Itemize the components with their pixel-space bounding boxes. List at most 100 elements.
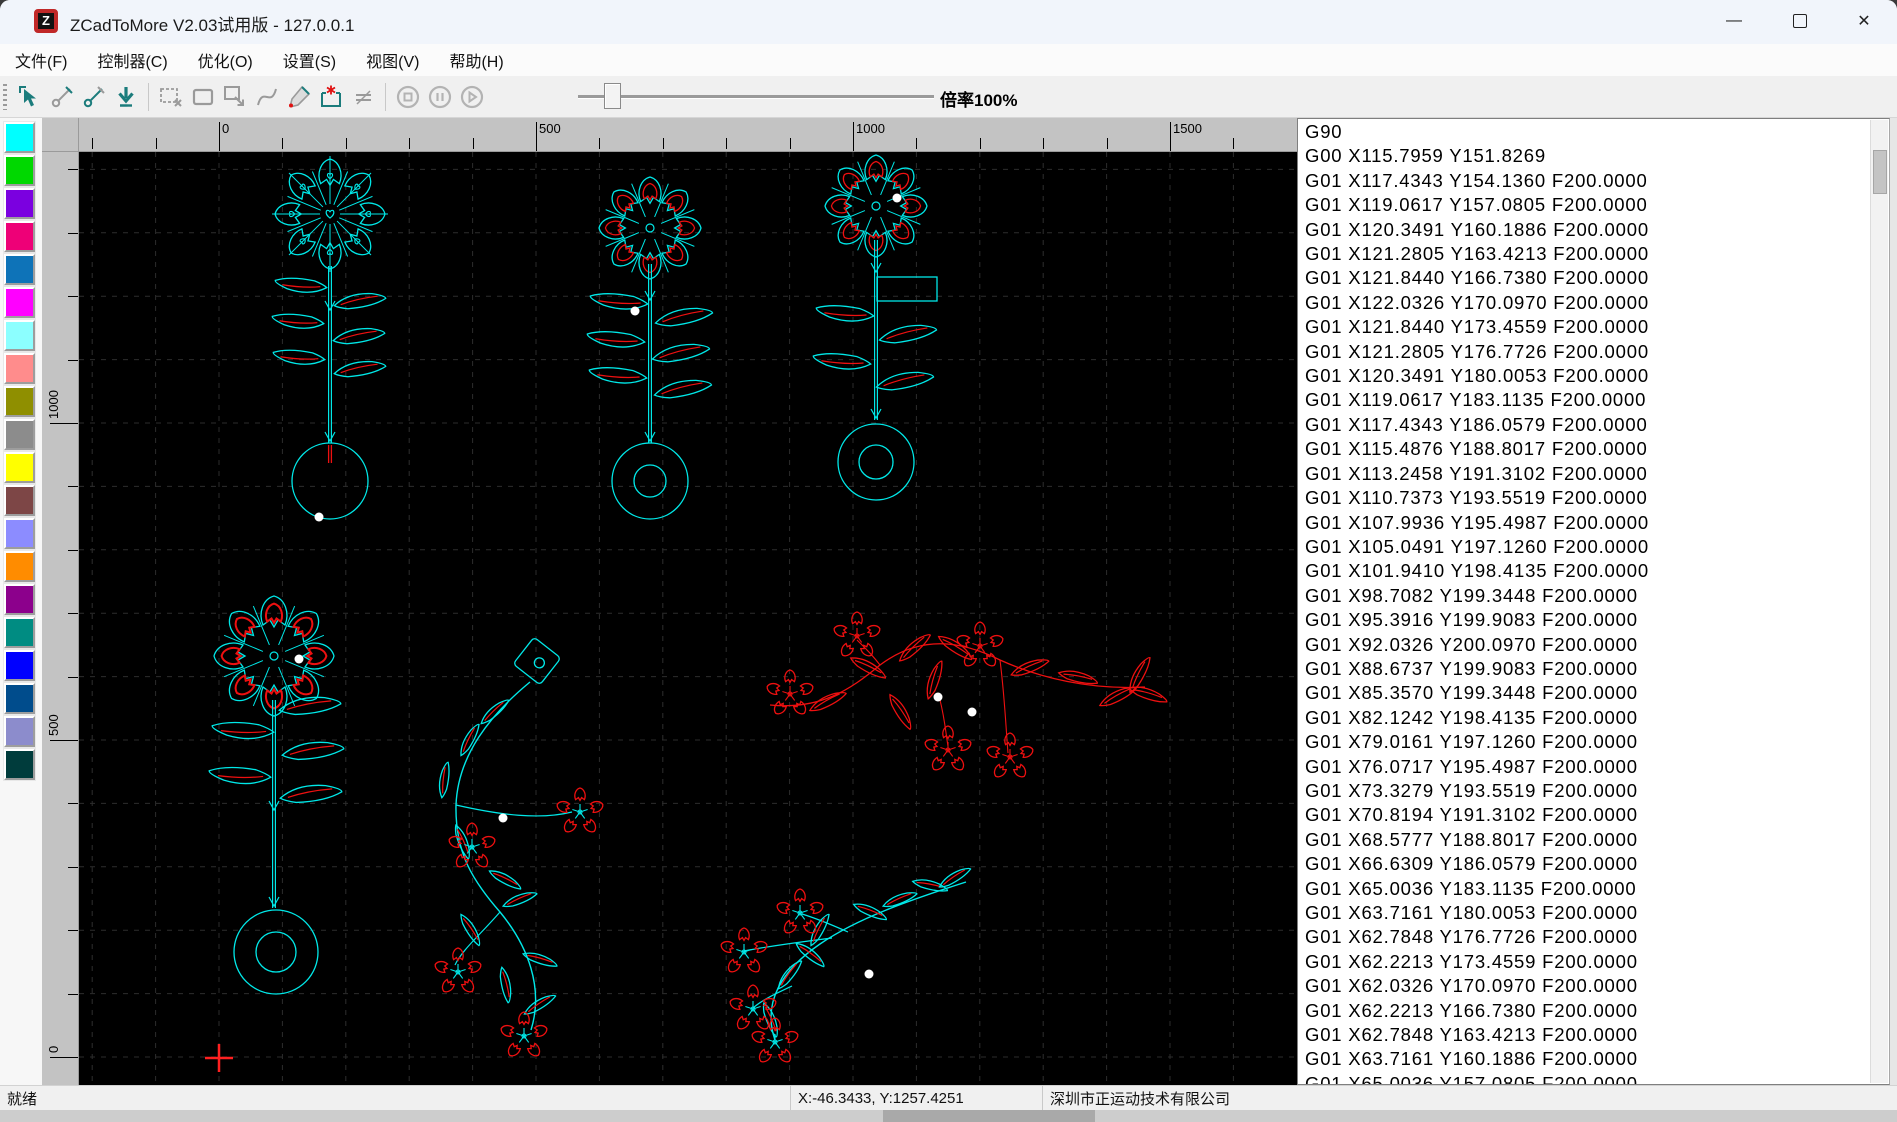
- app-window: Z ZCadToMore V2.03试用版 - 127.0.0.1 — ✕ 文件…: [0, 0, 1897, 1122]
- ruler-tick: [50, 423, 78, 424]
- ruler-tick: [156, 138, 157, 149]
- align-button[interactable]: [347, 80, 379, 114]
- probe-tool-2-button[interactable]: [78, 80, 110, 114]
- probe-pen-icon: [49, 84, 75, 110]
- paste-region-button[interactable]: [219, 80, 251, 114]
- ruler-corner: [42, 118, 79, 152]
- toolbar-separator: [385, 83, 386, 111]
- palette-swatch-5[interactable]: [4, 287, 35, 318]
- play-button[interactable]: [456, 80, 488, 114]
- cad-drawing: [79, 152, 1297, 1085]
- status-ready: 就绪: [0, 1086, 790, 1110]
- palette-swatch-9[interactable]: [4, 419, 35, 450]
- palette-swatch-2[interactable]: [4, 188, 35, 219]
- palette-swatch-15[interactable]: [4, 617, 35, 648]
- ruler-tick: [916, 138, 917, 149]
- palette-swatch-12[interactable]: [4, 518, 35, 549]
- stop-button[interactable]: [392, 80, 424, 114]
- palette-swatch-11[interactable]: [4, 485, 35, 516]
- menu-item-5[interactable]: 帮助(H): [434, 44, 518, 76]
- ruler-label: 1500: [1173, 121, 1202, 136]
- ruler-label: 1000: [46, 390, 61, 419]
- close-button[interactable]: ✕: [1841, 4, 1887, 38]
- gcode-panel[interactable]: G90 G00 X115.7959 Y151.8269 G01 X117.434…: [1297, 118, 1890, 1085]
- palette-swatch-4[interactable]: [4, 254, 35, 285]
- toolbar-separator: [148, 83, 149, 111]
- probe-pen-2-icon: [81, 84, 107, 110]
- menu-item-1[interactable]: 控制器(C): [82, 44, 182, 76]
- title-bar: Z ZCadToMore V2.03试用版 - 127.0.0.1 — ✕: [0, 0, 1897, 44]
- pause-circle-icon: [426, 83, 454, 111]
- palette-swatch-13[interactable]: [4, 551, 35, 582]
- ruler-tick: [68, 360, 78, 361]
- ruler-label: 0: [222, 121, 229, 136]
- menu-item-2[interactable]: 优化(O): [183, 44, 268, 76]
- stop-circle-icon: [394, 83, 422, 111]
- minimize-button[interactable]: —: [1711, 4, 1757, 38]
- status-coordinates: X:-46.3433, Y:1257.4251: [790, 1086, 1042, 1110]
- menu-item-4[interactable]: 视图(V): [351, 44, 434, 76]
- bottom-strip: [0, 1110, 1897, 1122]
- download-arrow-icon: [113, 84, 139, 110]
- probe-tool-button[interactable]: [46, 80, 78, 114]
- ruler-tick: [536, 122, 537, 152]
- color-palette: [0, 118, 43, 1085]
- palette-swatch-8[interactable]: [4, 386, 35, 417]
- menu-item-3[interactable]: 设置(S): [268, 44, 351, 76]
- top-ruler: 050010001500: [79, 118, 1297, 152]
- ruler-tick: [68, 930, 78, 931]
- ruler-tick: [219, 122, 220, 152]
- palette-swatch-19[interactable]: [4, 749, 35, 780]
- frame-button[interactable]: [187, 80, 219, 114]
- palette-swatch-17[interactable]: [4, 683, 35, 714]
- palette-swatch-16[interactable]: [4, 650, 35, 681]
- capture-region-icon: [158, 84, 184, 110]
- ruler-tick: [50, 1057, 78, 1058]
- palette-swatch-10[interactable]: [4, 452, 35, 483]
- menu-item-0[interactable]: 文件(F): [0, 44, 82, 76]
- ruler-tick: [282, 138, 283, 149]
- ruler-tick: [409, 138, 410, 149]
- ruler-tick: [1170, 122, 1171, 152]
- ruler-tick: [1233, 138, 1234, 149]
- ruler-tick: [68, 169, 78, 170]
- gcode-scrollbar[interactable]: [1870, 120, 1888, 1083]
- ruler-label: 500: [46, 714, 61, 736]
- slider-thumb[interactable]: [604, 83, 621, 109]
- menu-bar: 文件(F)控制器(C)优化(O)设置(S)视图(V)帮助(H): [0, 44, 1897, 77]
- select-tool-button[interactable]: [14, 80, 46, 114]
- pause-button[interactable]: [424, 80, 456, 114]
- palette-swatch-18[interactable]: [4, 716, 35, 747]
- import-button[interactable]: [110, 80, 142, 114]
- left-ruler: 10005000: [42, 152, 79, 1085]
- palette-swatch-3[interactable]: [4, 221, 35, 252]
- horizontal-scrollbar-thumb[interactable]: [883, 1110, 1095, 1122]
- capture-button[interactable]: [155, 80, 187, 114]
- scrollbar-thumb[interactable]: [1873, 150, 1887, 194]
- maximize-button[interactable]: [1777, 4, 1823, 38]
- curve-button[interactable]: [251, 80, 283, 114]
- ruler-tick: [346, 138, 347, 149]
- slider-track: [578, 95, 934, 99]
- status-company: 深圳市正运动技术有限公司: [1042, 1086, 1897, 1110]
- cad-canvas[interactable]: [79, 152, 1297, 1085]
- ruler-tick: [68, 613, 78, 614]
- ruler-tick: [68, 677, 78, 678]
- palette-swatch-14[interactable]: [4, 584, 35, 615]
- palette-swatch-1[interactable]: [4, 155, 35, 186]
- ruler-tick: [1107, 138, 1108, 149]
- ruler-tick: [68, 233, 78, 234]
- palette-swatch-0[interactable]: [4, 122, 35, 153]
- ruler-label: 1000: [856, 121, 885, 136]
- mark-region-button[interactable]: [315, 80, 347, 114]
- ruler-tick: [68, 296, 78, 297]
- speed-slider[interactable]: [578, 76, 934, 118]
- frame-icon: [190, 84, 216, 110]
- ruler-tick: [853, 122, 854, 152]
- pen-button[interactable]: [283, 80, 315, 114]
- pen-red-ink-icon: [286, 84, 312, 110]
- palette-swatch-7[interactable]: [4, 353, 35, 384]
- palette-swatch-6[interactable]: [4, 320, 35, 351]
- ruler-tick: [473, 138, 474, 149]
- ruler-tick: [68, 803, 78, 804]
